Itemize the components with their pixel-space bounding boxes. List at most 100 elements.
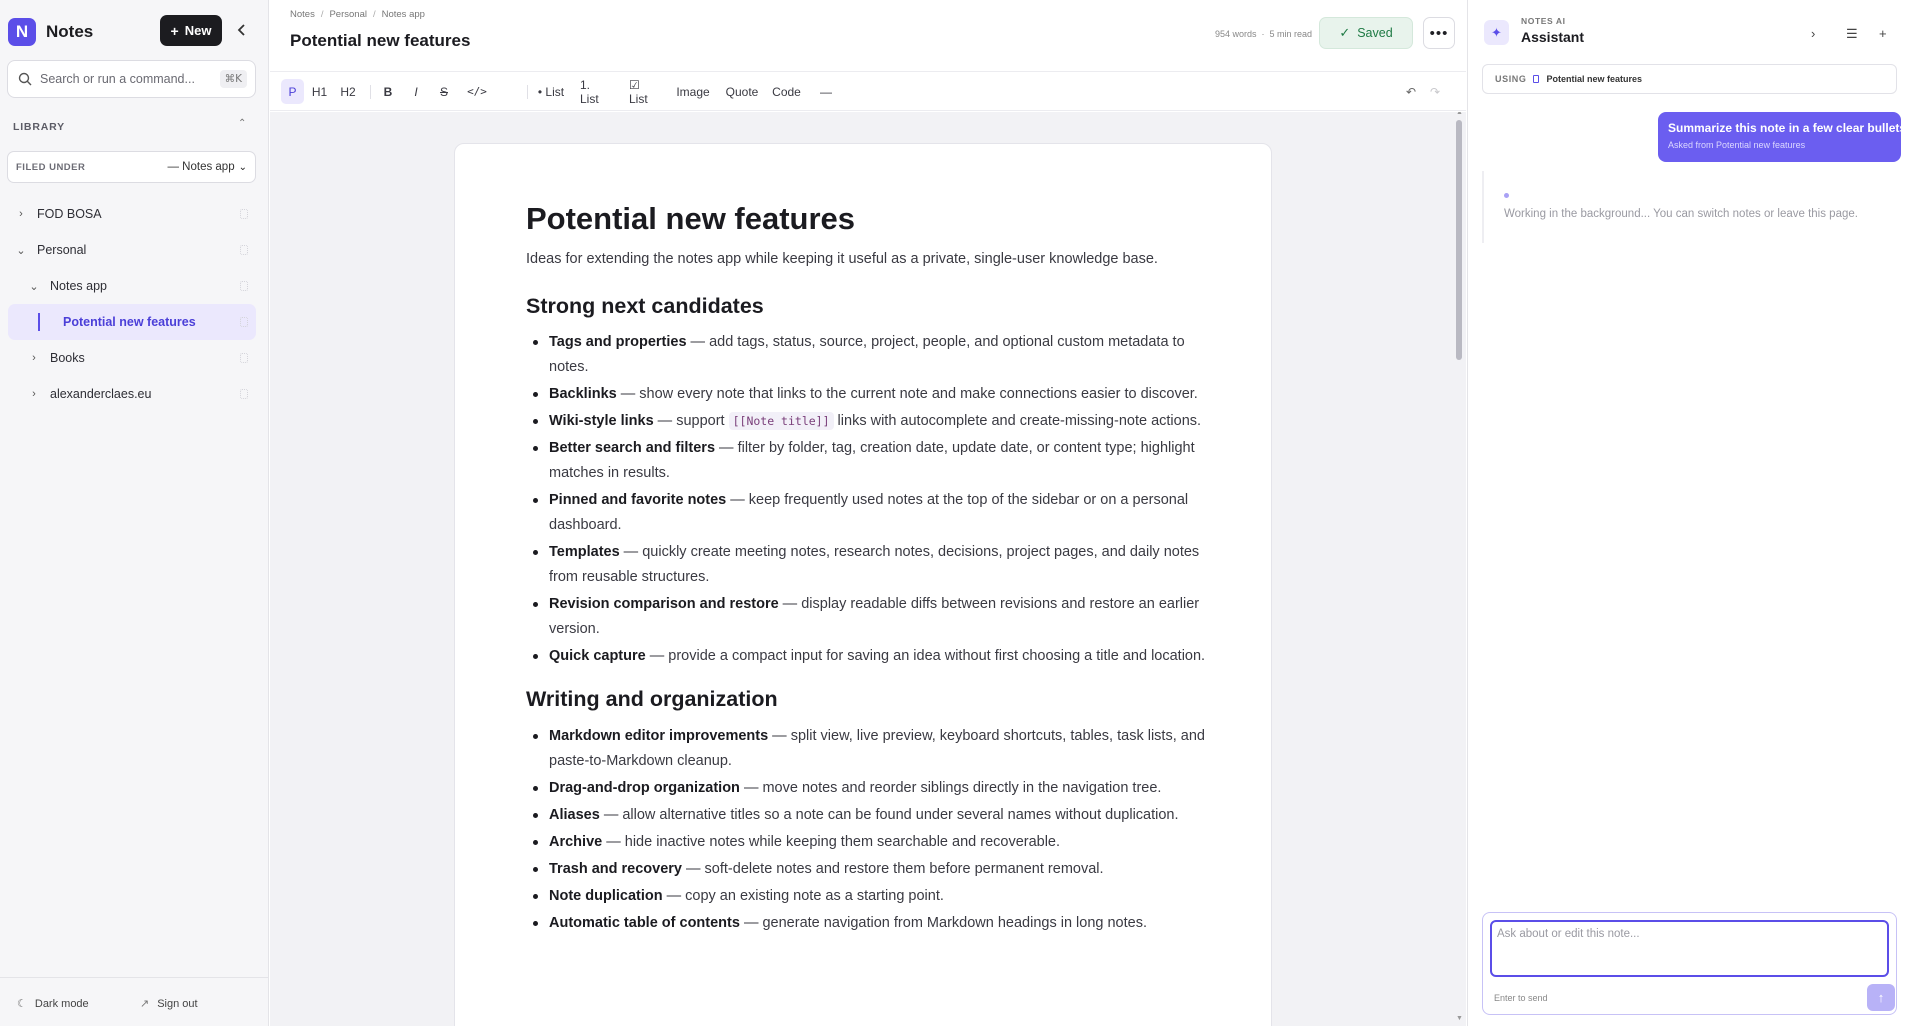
scroll-up-icon[interactable]: ▲ xyxy=(1456,112,1463,116)
shortcut-badge: ⌘K xyxy=(219,70,247,88)
saved-status-button[interactable]: ✓ Saved xyxy=(1319,17,1413,49)
read-time: 5 min read xyxy=(1269,29,1313,39)
note-document[interactable]: Potential new features Ideas for extendi… xyxy=(454,143,1272,1026)
list-item[interactable]: Archive — hide inactive notes while keep… xyxy=(526,830,1216,855)
toolbar-divider xyxy=(370,85,371,99)
dark-mode-button[interactable]: ☾ Dark mode xyxy=(17,997,89,1011)
bullet-list-button[interactable]: • List xyxy=(532,79,570,104)
new-chat-icon[interactable]: + xyxy=(1879,26,1887,41)
collapse-library-icon[interactable]: ⌃ xyxy=(238,118,246,129)
context-note-bar: USING Potential new features xyxy=(1482,64,1897,94)
document-intro[interactable]: Ideas for extending the notes app while … xyxy=(526,251,1158,267)
chevron-down-icon: ⌄ xyxy=(238,161,247,173)
list-item-term: Revision comparison and restore xyxy=(549,596,779,612)
new-note-button[interactable]: + New xyxy=(160,15,222,46)
search-icon xyxy=(18,72,32,86)
strikethrough-button[interactable]: S xyxy=(435,79,453,104)
assistant-input[interactable] xyxy=(1490,920,1889,977)
loading-dot-icon xyxy=(1504,193,1509,198)
section-heading[interactable]: Strong next candidates xyxy=(526,294,764,319)
user-message-text: Summarize this note in a few clear bulle… xyxy=(1668,121,1908,135)
brand[interactable]: N Notes xyxy=(8,18,93,46)
filed-under-select[interactable]: FILED UNDER — Notes app ⌄ xyxy=(7,151,256,183)
list-item[interactable]: Revision comparison and restore — displa… xyxy=(526,592,1216,642)
search-input[interactable] xyxy=(40,72,210,86)
command-search[interactable]: ⌘K xyxy=(7,60,256,98)
list-item[interactable]: Aliases — allow alternative titles so a … xyxy=(526,803,1216,828)
sign-out-icon: ↗ xyxy=(140,998,150,1010)
chevron-right-icon[interactable]: › xyxy=(1811,26,1815,41)
document-title[interactable]: Potential new features xyxy=(526,201,855,237)
chevron-down-icon[interactable]: ⌄ xyxy=(27,280,41,293)
filed-under-selected: — Notes app xyxy=(167,161,235,173)
breadcrumb-item[interactable]: Personal xyxy=(329,9,367,20)
list-item-text: — quickly create meeting notes, research… xyxy=(549,544,1200,585)
list-item[interactable]: Drag-and-drop organization — move notes … xyxy=(526,776,1216,801)
page-title[interactable]: Potential new features xyxy=(290,31,470,51)
heading1-button[interactable]: H1 xyxy=(308,79,331,104)
quote-button[interactable]: Quote xyxy=(722,79,762,104)
italic-button[interactable]: I xyxy=(407,79,425,104)
list-item-term: Note duplication xyxy=(549,888,663,904)
drag-handle-icon[interactable] xyxy=(240,209,248,219)
sign-out-label: Sign out xyxy=(157,997,198,1010)
list-item[interactable]: Tags and properties — add tags, status, … xyxy=(526,330,1216,380)
section-heading[interactable]: Writing and organization xyxy=(526,687,778,712)
chevron-right-icon[interactable]: › xyxy=(27,388,41,400)
filed-under-value[interactable]: — Notes app ⌄ xyxy=(167,161,247,173)
collapse-sidebar-icon[interactable] xyxy=(234,22,250,38)
tree-item-personal[interactable]: ⌄ Personal xyxy=(8,232,256,268)
redo-icon[interactable]: ↷ xyxy=(1426,79,1444,104)
drag-handle-icon[interactable] xyxy=(240,281,248,291)
drag-handle-icon[interactable] xyxy=(240,317,248,327)
breadcrumb-item[interactable]: Notes xyxy=(290,9,315,20)
breadcrumb-item[interactable]: Notes app xyxy=(382,9,425,20)
chevron-right-icon[interactable]: › xyxy=(27,352,41,364)
list-item-term: Backlinks xyxy=(549,386,617,402)
editor-scrollbar[interactable]: ▲ ▼ xyxy=(1456,112,1463,1026)
sidebar-footer: ☾ Dark mode ↗ Sign out xyxy=(0,977,269,1026)
list-item-text: — hide inactive notes while keeping them… xyxy=(602,834,1061,850)
image-button[interactable]: Image xyxy=(672,79,714,104)
task-list-button[interactable]: ☑ List xyxy=(625,78,663,106)
list-item[interactable]: Markdown editor improvements — split vie… xyxy=(526,724,1216,774)
list-item-text: — generate navigation from Markdown head… xyxy=(739,915,1147,931)
history-list-icon[interactable]: ☰ xyxy=(1846,26,1858,42)
scroll-down-icon[interactable]: ▼ xyxy=(1456,1015,1463,1022)
tree-item-potential-new-features[interactable]: Potential new features xyxy=(8,304,256,340)
drag-handle-icon[interactable] xyxy=(240,353,248,363)
list-item[interactable]: Note duplication — copy an existing note… xyxy=(526,884,1216,909)
chevron-right-icon[interactable]: › xyxy=(14,208,28,220)
list-item-term: Quick capture xyxy=(549,648,646,664)
send-button[interactable]: ↑ xyxy=(1867,984,1895,1011)
list-item[interactable]: Backlinks — show every note that links t… xyxy=(526,382,1216,407)
numbered-list-button[interactable]: 1. List xyxy=(576,78,614,106)
chevron-down-icon[interactable]: ⌄ xyxy=(14,244,28,257)
paragraph-button[interactable]: P xyxy=(281,79,304,104)
drag-handle-icon[interactable] xyxy=(240,245,248,255)
tree-item-fod-bosa[interactable]: › FOD BOSA xyxy=(8,196,256,232)
scroll-thumb[interactable] xyxy=(1456,120,1462,360)
list-item[interactable]: Quick capture — provide a compact input … xyxy=(526,644,1216,669)
breadcrumb-separator: / xyxy=(320,9,324,20)
tree-item-alexanderclaes[interactable]: › alexanderclaes.eu xyxy=(8,376,256,412)
word-count: 954 words xyxy=(1215,29,1257,39)
more-options-button[interactable]: ••• xyxy=(1423,17,1455,49)
tree-item-books[interactable]: › Books xyxy=(8,340,256,376)
sign-out-button[interactable]: ↗ Sign out xyxy=(140,997,198,1011)
list-item[interactable]: Better search and filters — filter by fo… xyxy=(526,436,1216,486)
list-item[interactable]: Pinned and favorite notes — keep frequen… xyxy=(526,488,1216,538)
list-item[interactable]: Wiki-style links — support [[Note title]… xyxy=(526,409,1216,434)
list-item[interactable]: Templates — quickly create meeting notes… xyxy=(526,540,1216,590)
inline-code-button[interactable]: </> xyxy=(462,79,492,104)
divider-button[interactable]: — xyxy=(815,79,837,104)
drag-handle-icon[interactable] xyxy=(240,389,248,399)
undo-icon[interactable]: ↶ xyxy=(1402,79,1420,104)
bold-button[interactable]: B xyxy=(378,79,398,104)
list-item[interactable]: Trash and recovery — soft-delete notes a… xyxy=(526,857,1216,882)
tree-item-notes-app[interactable]: ⌄ Notes app xyxy=(8,268,256,304)
list-item[interactable]: Automatic table of contents — generate n… xyxy=(526,911,1216,936)
code-block-button[interactable]: Code xyxy=(770,79,803,104)
heading2-button[interactable]: H2 xyxy=(336,79,360,104)
list-item-term: Drag-and-drop organization xyxy=(549,780,740,796)
